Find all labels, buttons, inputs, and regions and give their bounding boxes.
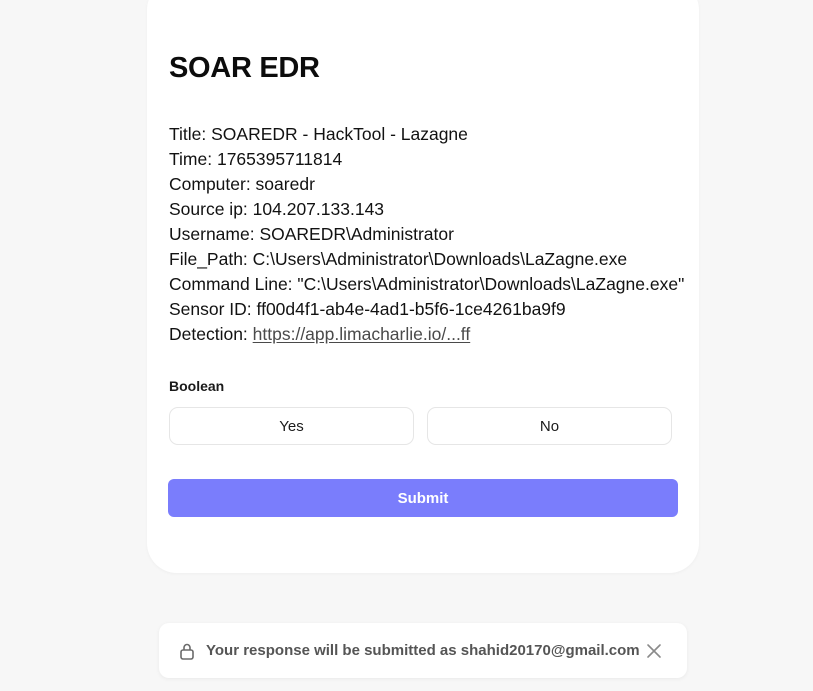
submission-notice-text: Your response will be submitted as shahi… [206, 642, 640, 659]
detail-detection-label: Detection: [169, 324, 253, 344]
detail-source-ip: Source ip: 104.207.133.143 [169, 199, 385, 219]
submission-notice: Your response will be submitted as shahi… [159, 623, 687, 678]
close-icon[interactable] [645, 642, 663, 660]
yes-button[interactable]: Yes [169, 407, 414, 445]
detail-sensor-id: Sensor ID: ff00d4f1-ab4e-4ad1-b5f6-1ce42… [169, 299, 566, 319]
detection-link[interactable]: https://app.limacharlie.io/...ff [253, 324, 471, 344]
boolean-field-label: Boolean [169, 378, 225, 394]
detail-username: Username: SOAREDR\Administrator [169, 224, 454, 244]
no-button[interactable]: No [427, 407, 672, 445]
page-title: SOAR EDR [169, 52, 320, 84]
alert-details: Title: SOAREDR - HackTool - Lazagne Time… [169, 122, 689, 347]
detail-title: Title: SOAREDR - HackTool - Lazagne [169, 124, 468, 144]
detail-time: Time: 1765395711814 [169, 149, 343, 169]
lock-icon [180, 643, 194, 660]
detail-file-path: File_Path: C:\Users\Administrator\Downlo… [169, 249, 628, 269]
detail-detection: Detection: https://app.limacharlie.io/..… [169, 322, 689, 347]
detail-computer: Computer: soaredr [169, 174, 315, 194]
submit-button[interactable]: Submit [168, 479, 678, 517]
detail-command-line: Command Line: "C:\Users\Administrator\Do… [169, 274, 685, 294]
